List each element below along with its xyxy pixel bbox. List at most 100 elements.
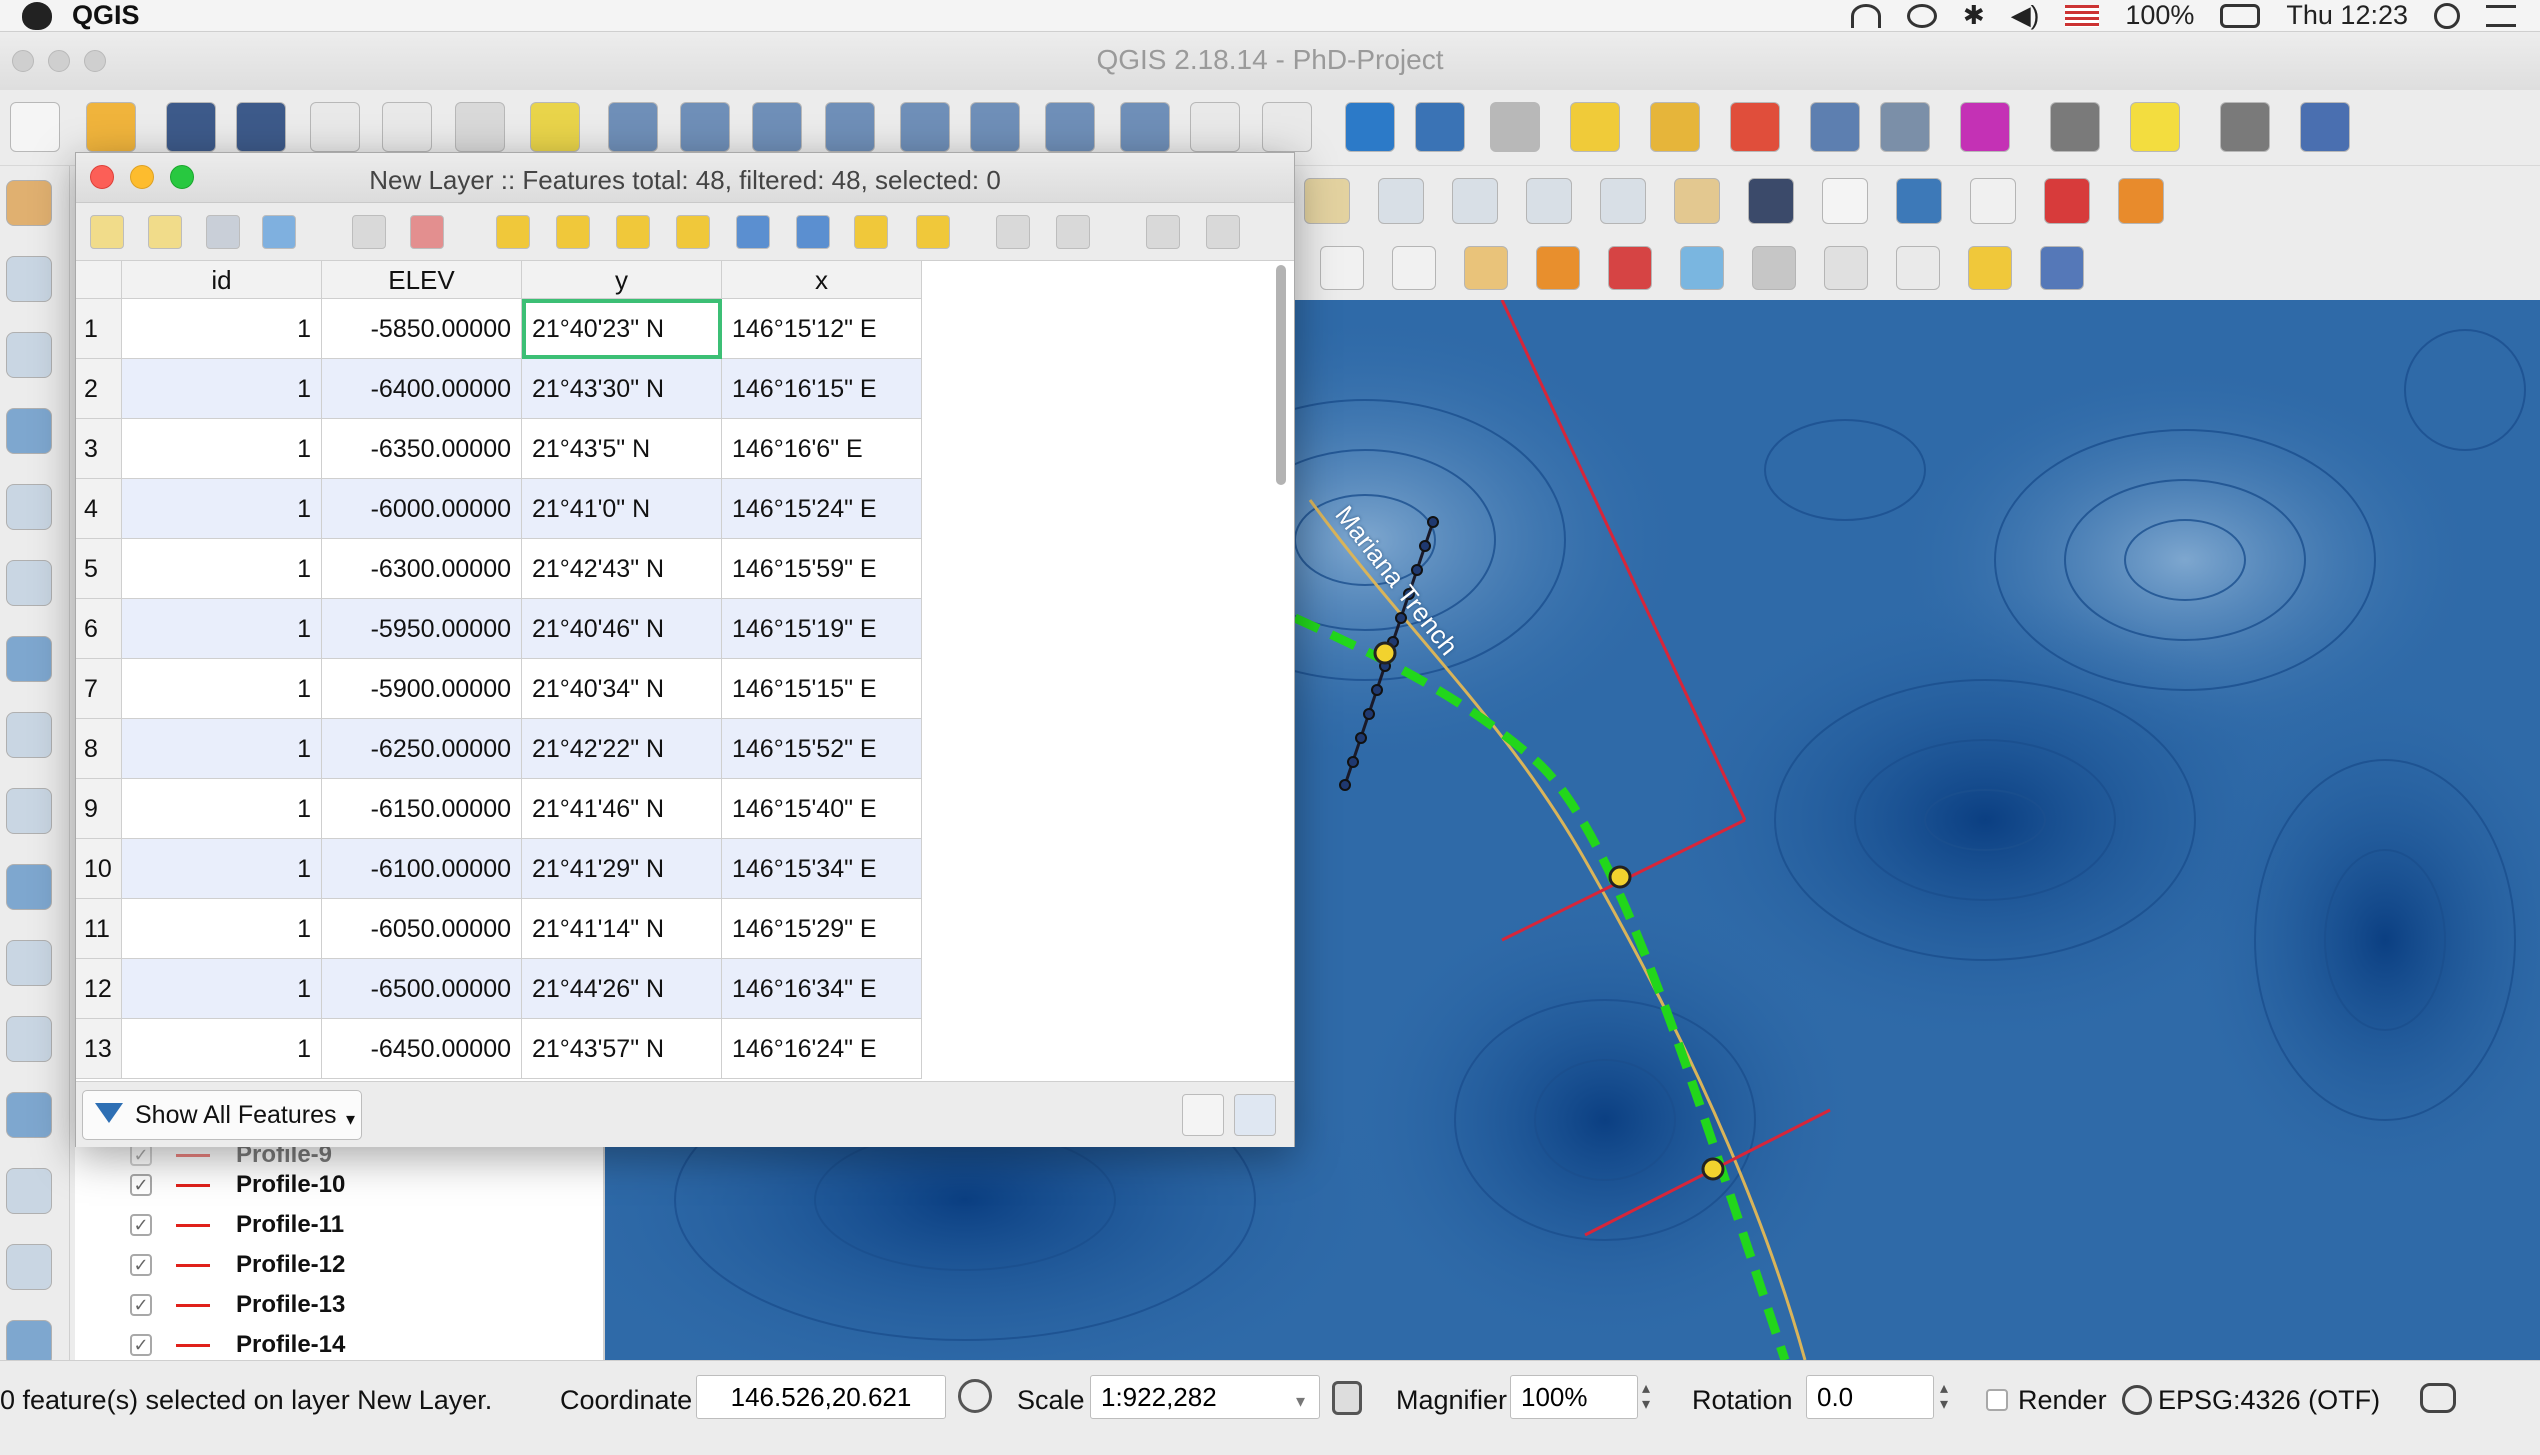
column-header-x[interactable]: x xyxy=(722,261,922,299)
close-window-button[interactable] xyxy=(12,50,34,72)
cell-x[interactable]: 146°15'29" E xyxy=(722,899,922,959)
cell-id[interactable]: 1 xyxy=(122,839,322,899)
cell-y[interactable]: 21°41'0" N xyxy=(522,479,722,539)
layer-visibility-checkbox[interactable]: ✓ xyxy=(130,1294,152,1316)
apple-icon[interactable] xyxy=(22,1,52,30)
save-project-icon[interactable] xyxy=(166,102,216,152)
import-layer-icon[interactable] xyxy=(1536,246,1580,290)
save-edits-icon[interactable] xyxy=(206,215,240,249)
table-row[interactable]: 2 1 -6400.00000 21°43'30" N 146°16'15" E xyxy=(76,359,922,419)
table-row[interactable]: 5 1 -6300.00000 21°42'43" N 146°15'59" E xyxy=(76,539,922,599)
cell-x[interactable]: 146°15'34" E xyxy=(722,839,922,899)
zoom-to-selection-icon[interactable] xyxy=(900,102,950,152)
cell-elev[interactable]: -6450.00000 xyxy=(322,1019,522,1079)
label-properties-icon[interactable] xyxy=(1674,178,1720,224)
layer-visibility-checkbox[interactable]: ✓ xyxy=(130,1254,152,1276)
row-number[interactable]: 4 xyxy=(76,479,122,539)
measure-icon[interactable] xyxy=(2050,102,2100,152)
zoom-last-icon[interactable] xyxy=(1045,102,1095,152)
cell-id[interactable]: 1 xyxy=(122,779,322,839)
row-number[interactable]: 8 xyxy=(76,719,122,779)
layer-item[interactable]: ✓ Profile-11 xyxy=(130,1206,344,1244)
row-number[interactable]: 9 xyxy=(76,779,122,839)
cell-y[interactable]: 21°44'26" N xyxy=(522,959,722,1019)
battery-icon[interactable] xyxy=(2220,3,2261,28)
add-gpx-icon[interactable] xyxy=(6,1092,52,1138)
coordinate-capture-icon[interactable] xyxy=(1680,246,1724,290)
filter-select-icon[interactable] xyxy=(736,215,770,249)
pan-icon[interactable] xyxy=(455,102,505,152)
cell-id[interactable]: 1 xyxy=(122,719,322,779)
help-icon[interactable] xyxy=(2300,102,2350,152)
label-show-hide-icon[interactable] xyxy=(1452,178,1498,224)
spinbox-arrows-icon[interactable]: ▴ ▾ xyxy=(1940,1381,1948,1413)
add-spatialite-icon[interactable] xyxy=(6,484,52,530)
cell-id[interactable]: 1 xyxy=(122,539,322,599)
row-number[interactable]: 1 xyxy=(76,299,122,359)
clock[interactable]: Thu 12:23 xyxy=(2286,0,2408,31)
row-number[interactable]: 13 xyxy=(76,1019,122,1079)
cell-id[interactable]: 1 xyxy=(122,479,322,539)
cell-y[interactable]: 21°41'14" N xyxy=(522,899,722,959)
spotlight-search-icon[interactable] xyxy=(2434,2,2460,29)
cell-y[interactable]: 21°41'46" N xyxy=(522,779,722,839)
open-project-icon[interactable] xyxy=(86,102,136,152)
label-move-icon[interactable] xyxy=(1526,178,1572,224)
layer-item[interactable]: ✓ Profile-13 xyxy=(130,1286,345,1324)
expression-select-icon[interactable] xyxy=(496,215,530,249)
add-mssql-icon[interactable] xyxy=(6,940,52,986)
corner-header[interactable] xyxy=(76,261,122,299)
vertical-scrollbar[interactable] xyxy=(1274,261,1288,1081)
help-icon[interactable] xyxy=(2040,246,2084,290)
coordinate-field[interactable] xyxy=(696,1375,946,1419)
cell-y[interactable]: 21°40'34" N xyxy=(522,659,722,719)
zoom-button[interactable] xyxy=(170,165,194,189)
cell-x[interactable]: 146°16'34" E xyxy=(722,959,922,1019)
cell-y[interactable]: 21°43'5" N xyxy=(522,419,722,479)
layer-visibility-checkbox[interactable]: ✓ xyxy=(130,1214,152,1236)
new-print-composer-icon[interactable] xyxy=(310,102,360,152)
snapping-icon[interactable] xyxy=(1968,246,2012,290)
zoom-native-icon[interactable] xyxy=(752,102,802,152)
add-wms-icon[interactable] xyxy=(6,636,52,682)
cell-id[interactable]: 1 xyxy=(122,359,322,419)
magnifier-spinbox[interactable] xyxy=(1510,1375,1638,1419)
cell-id[interactable]: 1 xyxy=(122,599,322,659)
cell-x[interactable]: 146°15'24" E xyxy=(722,479,922,539)
cell-y[interactable]: 21°42'22" N xyxy=(522,719,722,779)
export-layer-icon[interactable] xyxy=(1608,246,1652,290)
table-row[interactable]: 13 1 -6450.00000 21°43'57" N 146°16'24" E xyxy=(76,1019,922,1079)
cell-elev[interactable]: -6100.00000 xyxy=(322,839,522,899)
app-menu-name[interactable]: QGIS xyxy=(72,0,140,31)
cell-y[interactable]: 21°42'43" N xyxy=(522,539,722,599)
table-row[interactable]: 3 1 -6350.00000 21°43'5" N 146°16'6" E xyxy=(76,419,922,479)
cell-x[interactable]: 146°15'12" E xyxy=(722,299,922,359)
cell-id[interactable]: 1 xyxy=(122,1019,322,1079)
show-all-features-button[interactable]: Show All Features ▾ xyxy=(82,1090,362,1140)
row-number[interactable]: 10 xyxy=(76,839,122,899)
paste-icon[interactable] xyxy=(1056,215,1090,249)
add-oracle-icon[interactable] xyxy=(6,864,52,910)
text-annotation-icon[interactable] xyxy=(2220,102,2270,152)
row-number[interactable]: 2 xyxy=(76,359,122,419)
column-header-id[interactable]: id xyxy=(122,261,322,299)
cell-elev[interactable]: -6500.00000 xyxy=(322,959,522,1019)
layer-item[interactable]: ✓ Profile-12 xyxy=(130,1246,345,1284)
new-map-view-icon[interactable] xyxy=(1190,102,1240,152)
refresh-icon[interactable] xyxy=(1345,102,1395,152)
cell-elev[interactable]: -6250.00000 xyxy=(322,719,522,779)
layer-visibility-checkbox[interactable]: ✓ xyxy=(130,1174,152,1196)
multi-edit-icon[interactable] xyxy=(148,215,182,249)
zoom-window-button[interactable] xyxy=(84,50,106,72)
circle-tool-icon[interactable] xyxy=(1896,246,1940,290)
cell-elev[interactable]: -6000.00000 xyxy=(322,479,522,539)
delete-field-icon[interactable] xyxy=(1206,215,1240,249)
pan-to-selection-icon[interactable] xyxy=(530,102,580,152)
table-row[interactable]: 10 1 -6100.00000 21°41'29" N 146°15'34" E xyxy=(76,839,922,899)
zoom-next-icon[interactable] xyxy=(1120,102,1170,152)
add-vector-layer-icon[interactable] xyxy=(6,256,52,302)
add-postgis-icon[interactable] xyxy=(6,560,52,606)
crs-status[interactable]: EPSG:4326 (OTF) xyxy=(2158,1385,2380,1416)
deselect-icon[interactable] xyxy=(1730,102,1780,152)
row-number[interactable]: 7 xyxy=(76,659,122,719)
